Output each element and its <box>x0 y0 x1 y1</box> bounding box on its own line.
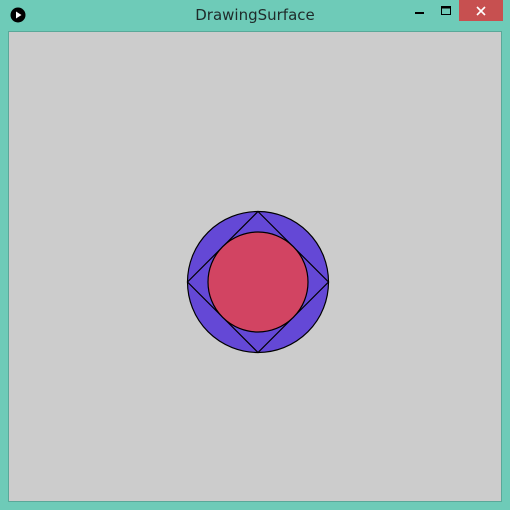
play-app-icon[interactable] <box>10 7 26 23</box>
app-window: DrawingSurface <box>0 0 510 510</box>
close-icon <box>476 5 486 16</box>
title-bar[interactable]: DrawingSurface <box>0 0 510 30</box>
minimize-icon <box>415 11 424 14</box>
maximize-icon <box>440 5 451 15</box>
maximize-button[interactable] <box>433 0 459 21</box>
drawing-svg <box>186 210 330 354</box>
drawing-surface-canvas[interactable] <box>8 31 502 502</box>
minimize-button[interactable] <box>407 0 433 21</box>
inner-circle <box>207 231 309 333</box>
close-button[interactable] <box>459 0 503 21</box>
